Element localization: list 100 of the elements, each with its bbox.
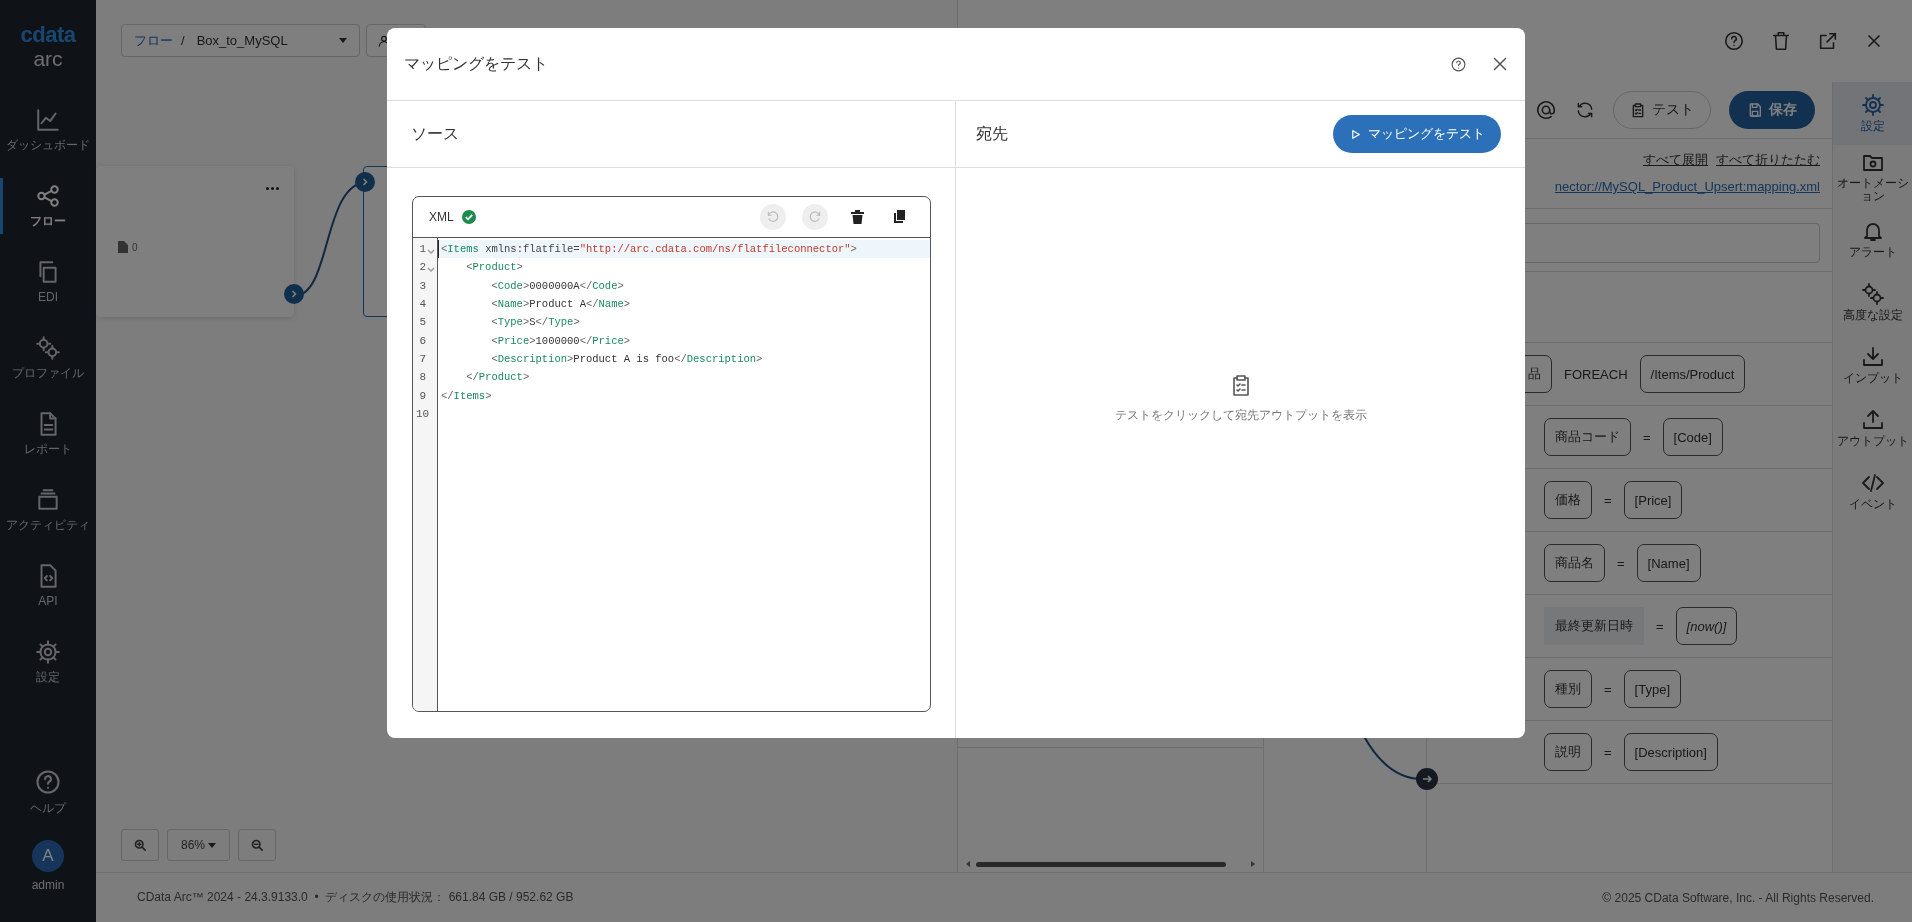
code-line: <Product> <box>466 261 523 274</box>
equals-sign: = <box>1656 618 1664 634</box>
line-number: 7 <box>418 352 426 365</box>
code-line: <Type>S</Type> <box>491 316 580 329</box>
file-icon <box>118 241 128 253</box>
product-name: arc <box>33 47 63 69</box>
side-tab[interactable]: 高度な設定 <box>1833 271 1912 334</box>
source-chip[interactable]: [Type] <box>1623 670 1681 708</box>
target-chip[interactable]: 商品コード <box>1544 418 1631 456</box>
source-chip[interactable]: [Name] <box>1636 544 1701 582</box>
undo-icon <box>766 210 780 224</box>
help-icon[interactable] <box>1723 30 1745 52</box>
source-chip[interactable]: [Price] <box>1623 481 1683 519</box>
line-number: 9 <box>418 389 426 402</box>
at-sign-icon[interactable] <box>1535 99 1557 121</box>
code-line: <Name>Product A</Name> <box>491 298 631 311</box>
target-chip[interactable]: 商品名 <box>1544 544 1605 582</box>
nav-item[interactable]: フロー <box>0 168 96 244</box>
version-info: CData Arc™ 2024 - 24.3.9133.0 • ディスクの使用状況： 661.84 GB / 952.62 GB <box>137 889 574 906</box>
equals-sign: = <box>1604 681 1612 697</box>
trash-icon <box>850 210 864 224</box>
destination-heading: 宛先 <box>976 123 1008 144</box>
line-number: 10 <box>416 407 430 420</box>
code-line: <Description>Product A is foo</Description> <box>491 352 763 365</box>
external-link-icon[interactable] <box>1817 30 1839 52</box>
nav-item[interactable]: アクティビティ <box>0 472 96 548</box>
line-number: 1 <box>418 243 426 256</box>
user-name: admin <box>31 878 65 892</box>
nodes-icon <box>35 183 61 210</box>
foreach-keyword: FOREACH <box>1564 366 1628 382</box>
line-number: 2 <box>418 261 426 274</box>
source-chip[interactable]: [Code] <box>1662 418 1723 456</box>
save-button[interactable]: 保存 <box>1729 91 1815 129</box>
equals-sign: = <box>1604 744 1612 760</box>
zoom-in-button[interactable] <box>121 829 159 861</box>
side-tab[interactable]: インプット <box>1833 334 1912 397</box>
copyright-text: © 2025 CData Software, Inc. - All Rights Reserved. <box>1602 890 1874 905</box>
file-count: 0 <box>132 241 138 253</box>
expand-link[interactable]: すべて展開 <box>1643 151 1708 169</box>
target-chip[interactable]: 種別 <box>1544 670 1592 708</box>
equals-sign: = <box>1617 555 1625 571</box>
zoom-out-button[interactable] <box>238 829 276 861</box>
arrow-port-icon[interactable] <box>1416 768 1438 790</box>
settings-icon <box>1860 93 1885 118</box>
refresh-icon[interactable] <box>1575 100 1595 120</box>
nav-item[interactable]: レポート <box>0 396 96 472</box>
flow-node-card[interactable] <box>96 166 294 317</box>
zoom-level-dropdown[interactable]: 86% <box>167 829 230 861</box>
code-line: <Code>0000000A</Code> <box>491 279 624 292</box>
redo-icon <box>808 210 822 224</box>
source-chip[interactable]: /Items/Product <box>1639 355 1746 393</box>
flow-breadcrumb-dropdown[interactable]: フロー / Box_to_MySQL <box>121 24 360 57</box>
code-line: </Product> <box>466 371 530 384</box>
source-chip[interactable]: [now()] <box>1675 607 1738 645</box>
nav-item[interactable]: EDI <box>0 244 96 320</box>
mapping-file-link[interactable]: nector://MySQL_Product_Upsert:mapping.xml <box>1554 179 1820 194</box>
equals-sign: = <box>1604 492 1612 508</box>
line-number: 3 <box>418 279 426 292</box>
nav-item[interactable]: ダッシュボード <box>0 92 96 168</box>
output-port-icon[interactable] <box>284 284 304 304</box>
side-tab[interactable]: オートメーション <box>1833 145 1912 208</box>
chart-icon <box>35 107 61 134</box>
caret-icon <box>208 842 216 848</box>
target-chip[interactable]: 説明 <box>1544 733 1592 771</box>
target-chip[interactable]: 価格 <box>1544 481 1592 519</box>
target-chip[interactable]: 最終更新日時 <box>1544 607 1644 645</box>
test-mapping-button[interactable]: マッピングをテスト <box>1333 115 1501 153</box>
nav-item[interactable]: 設定 <box>0 624 96 700</box>
empty-message: テストをクリックして宛先アウトプットを表示 <box>1114 406 1367 424</box>
source-chip[interactable]: [Description] <box>1623 733 1718 771</box>
side-tab[interactable]: アウトプット <box>1833 397 1912 460</box>
fold-icon[interactable] <box>427 266 435 272</box>
help-nav-item[interactable]: ヘルプ <box>0 754 96 830</box>
source-heading: ソース <box>411 123 459 144</box>
side-tab[interactable]: 設定 <box>1833 82 1912 145</box>
code-line: </Items> <box>441 389 492 402</box>
code-line: <Items xmlns:flatfile="http://arc.cdata.com/ns/flatfileconnector"> <box>441 243 857 256</box>
copy-icon <box>892 210 906 224</box>
language-label: XML <box>429 210 454 224</box>
nav-item[interactable]: API <box>0 548 96 624</box>
side-tab[interactable]: イベント <box>1833 460 1912 523</box>
line-number: 4 <box>418 298 426 311</box>
play-icon <box>1349 127 1362 141</box>
fold-icon[interactable] <box>427 248 435 254</box>
help-icon[interactable] <box>1450 55 1467 73</box>
user-avatar[interactable]: A <box>32 840 64 872</box>
gears-icon <box>1860 282 1885 307</box>
gears-icon <box>35 335 61 362</box>
line-number: 6 <box>418 334 426 347</box>
expand-link[interactable]: すべて折りたたむ <box>1716 151 1820 169</box>
line-number: 8 <box>418 371 426 384</box>
caret-icon <box>339 38 347 43</box>
zoom-out-icon <box>249 837 265 853</box>
side-tab[interactable]: アラート <box>1833 208 1912 271</box>
line-number: 5 <box>418 316 426 329</box>
more-icon[interactable] <box>266 187 279 190</box>
equals-sign: = <box>1643 429 1651 445</box>
clipboard-icon <box>1630 102 1646 118</box>
delete-icon[interactable] <box>1770 30 1792 52</box>
input-port-icon[interactable] <box>355 172 375 192</box>
